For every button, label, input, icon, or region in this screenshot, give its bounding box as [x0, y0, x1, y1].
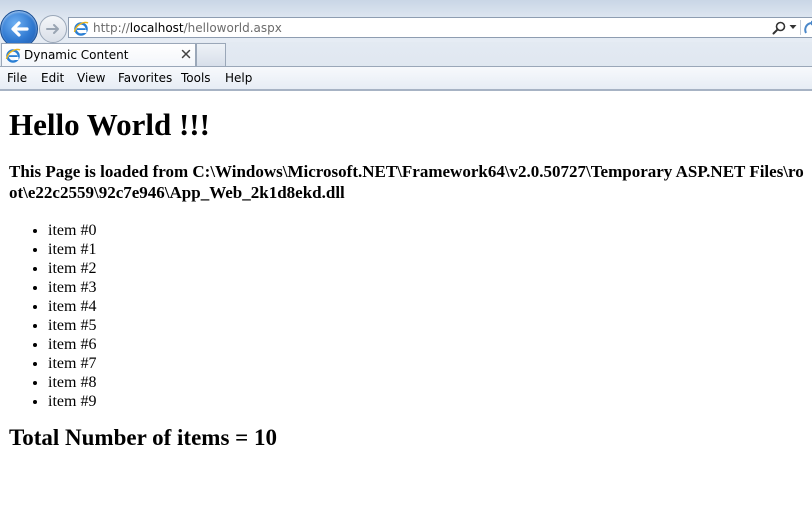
url-path: /helloworld.aspx	[183, 21, 282, 35]
list-item: item #3	[48, 278, 809, 297]
forward-arrow-icon	[46, 24, 59, 34]
menu-file[interactable]: File	[7, 70, 27, 86]
close-icon[interactable]	[180, 48, 192, 60]
url-prefix: http://	[93, 21, 130, 35]
tab-dynamic-content[interactable]: Dynamic Content	[1, 43, 196, 66]
list-item: item #7	[48, 354, 809, 373]
list-item: item #0	[48, 221, 809, 240]
menu-edit[interactable]: Edit	[41, 70, 64, 86]
ie-logo-icon	[5, 48, 21, 63]
menu-view[interactable]: View	[77, 70, 105, 86]
list-item: item #5	[48, 316, 809, 335]
list-item: item #6	[48, 335, 809, 354]
menu-bar: File Edit View Favorites Tools Help	[0, 67, 812, 89]
new-tab-button[interactable]	[196, 43, 226, 66]
menu-tools[interactable]: Tools	[181, 70, 211, 86]
ie-logo-icon	[73, 21, 89, 36]
address-url[interactable]: http://localhost/helloworld.aspx	[93, 20, 282, 36]
page-heading: Hello World !!!	[9, 107, 210, 142]
list-item: item #1	[48, 240, 809, 259]
list-item: item #8	[48, 373, 809, 392]
list-item: item #9	[48, 392, 809, 411]
tab-title: Dynamic Content	[24, 48, 129, 62]
loaded-from-text: This Page is loaded from C:\Windows\Micr…	[9, 162, 804, 202]
list-item: item #2	[48, 259, 809, 278]
browser-chrome: http://localhost/helloworld.aspx Dynamic…	[0, 0, 812, 91]
chevron-down-icon[interactable]	[789, 23, 797, 31]
total-items-text: Total Number of items = 10	[9, 425, 278, 450]
chrome-border	[0, 89, 812, 91]
address-divider	[800, 20, 801, 35]
menu-favorites[interactable]: Favorites	[118, 70, 172, 86]
url-host: localhost	[129, 21, 184, 35]
page-content: Hello World !!! This Page is loaded from…	[9, 96, 809, 452]
list-item: item #4	[48, 297, 809, 316]
compatibility-icon[interactable]	[804, 20, 812, 36]
back-arrow-icon	[11, 21, 29, 37]
address-bar[interactable]: http://localhost/helloworld.aspx	[68, 17, 812, 38]
forward-button[interactable]	[39, 15, 67, 43]
menu-help[interactable]: Help	[225, 70, 252, 86]
search-icon[interactable]	[771, 20, 787, 36]
items-list: item #0 item #1 item #2 item #3 item #4 …	[9, 221, 809, 411]
